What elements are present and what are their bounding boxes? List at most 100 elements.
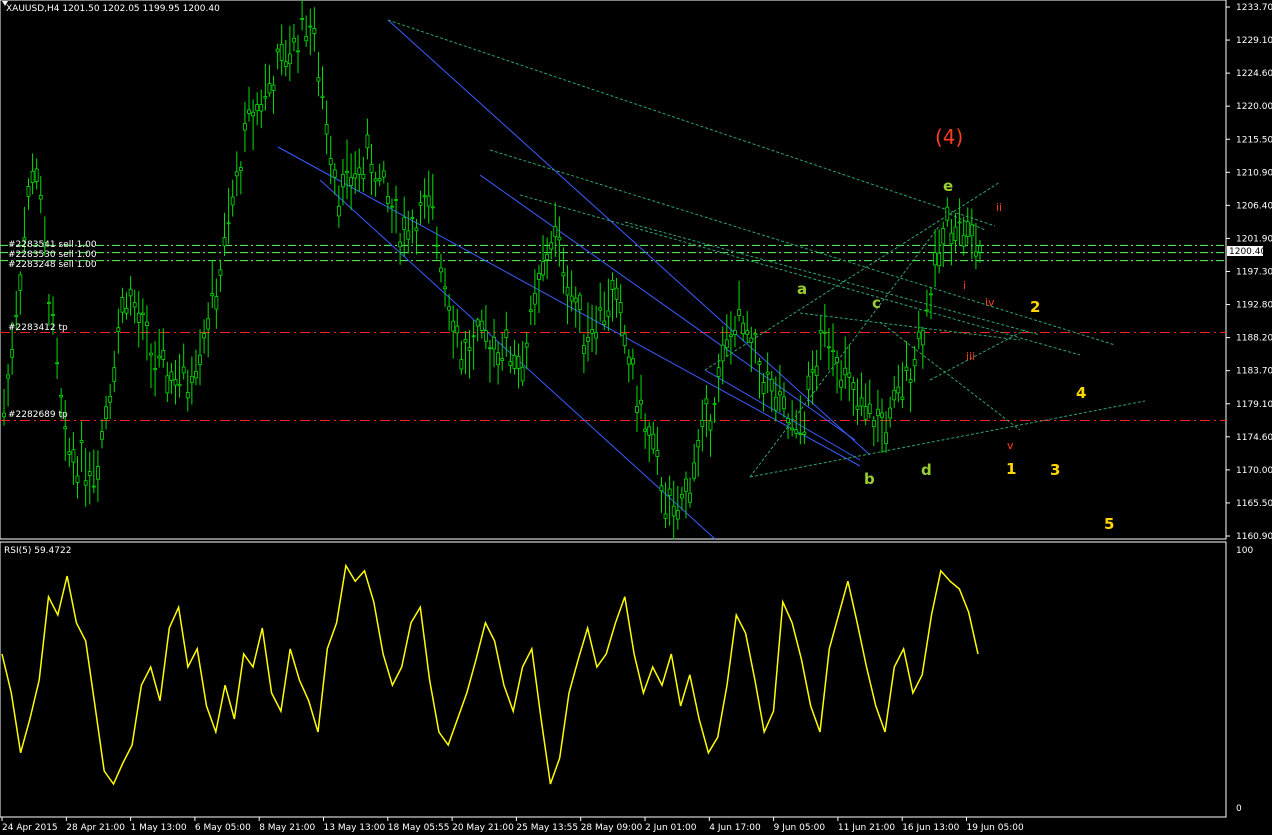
candle-body: [598, 307, 603, 311]
candle-body: [541, 261, 545, 276]
candle-body: [140, 312, 145, 316]
candle-body: [14, 314, 19, 317]
candle-body: [132, 302, 137, 308]
candle-body: [177, 384, 182, 387]
candle-body: [716, 367, 721, 377]
candle-body: [341, 174, 345, 188]
candle-body: [765, 371, 770, 375]
candle-body: [949, 232, 954, 245]
candle-body: [451, 320, 456, 332]
candle-body: [271, 84, 276, 91]
candle-body: [161, 349, 166, 360]
candle-body: [96, 466, 100, 480]
candle-body: [287, 53, 292, 65]
candle-body: [87, 471, 92, 476]
wave-label-e: e: [943, 177, 953, 195]
candle-body: [18, 274, 23, 291]
candle-body: [700, 419, 705, 427]
candle-body: [606, 310, 611, 317]
candle-body: [63, 426, 68, 430]
candle-body: [210, 293, 215, 297]
candle-body: [773, 396, 778, 411]
candle-body: [724, 339, 729, 349]
candle-body: [2, 412, 6, 418]
candle-body: [978, 245, 982, 253]
candle-body: [516, 356, 521, 369]
order-label-sell3: #2283248 sell 1.00: [8, 260, 97, 270]
candle-body: [406, 230, 411, 240]
candle-body: [814, 365, 819, 376]
wave-label-r-iv: iv: [985, 296, 995, 309]
price-tick-label: 1188.20: [1236, 334, 1272, 344]
candle-body: [908, 379, 913, 383]
candle-body: [206, 318, 211, 330]
price-tick-label: 1165.50: [1236, 499, 1272, 509]
candle-body: [712, 402, 717, 405]
candle-body: [704, 398, 709, 405]
candle-body: [851, 382, 856, 390]
rsi-title: RSI(5) 59.4722: [4, 546, 71, 556]
candle-body: [447, 306, 452, 311]
candle-body: [777, 391, 782, 396]
candle-body: [569, 295, 574, 302]
rsi-tick-bottom: 0: [1236, 804, 1242, 814]
price-tick-label: 1192.80: [1236, 301, 1272, 311]
price-tick-label: 1210.90: [1236, 168, 1272, 178]
candle-body: [749, 337, 754, 343]
candle-body: [663, 513, 668, 519]
candle-body: [71, 449, 76, 463]
candle-body: [581, 345, 586, 355]
candle-body: [969, 224, 974, 237]
candle-body: [537, 272, 541, 280]
candle-body: [402, 216, 407, 230]
candle-body: [659, 485, 664, 492]
candle-body: [900, 396, 905, 400]
candle-body: [377, 178, 382, 182]
candle-body: [304, 36, 309, 42]
time-tick-label: 13 May 13:00: [324, 823, 386, 833]
time-tick-label: 19 Jun 05:00: [967, 823, 1024, 833]
candle-body: [336, 205, 341, 217]
candle-body: [153, 367, 157, 370]
candle-body: [626, 356, 631, 365]
price-tick-label: 1160.90: [1236, 532, 1272, 542]
candle-body: [443, 286, 447, 290]
wave-label-y1: 1: [1006, 460, 1016, 478]
candle-body: [185, 392, 190, 399]
candle-body: [234, 171, 239, 177]
candle-body: [214, 296, 219, 310]
candle-body: [577, 294, 582, 311]
candle-body: [292, 37, 296, 43]
candle-body: [173, 379, 178, 386]
candle-body: [827, 346, 831, 349]
price-tick-label: 1224.60: [1236, 69, 1272, 79]
candle-body: [67, 451, 72, 455]
current-price-label: 1200.40: [1229, 247, 1266, 257]
candle-body: [839, 379, 844, 388]
candle-body: [243, 123, 247, 131]
candle-body: [353, 173, 358, 179]
wave-label-r-ii: ii: [996, 201, 1002, 214]
candle-body: [831, 350, 835, 353]
candle-body: [847, 372, 852, 378]
price-tick-label: 1229.10: [1236, 36, 1272, 46]
candle-body: [467, 347, 472, 351]
candle-body: [557, 236, 562, 241]
time-tick-label: 25 May 13:55: [516, 823, 578, 833]
candle-body: [83, 480, 88, 486]
candle-body: [365, 134, 370, 149]
candle-body: [385, 196, 390, 204]
candle-body: [647, 426, 652, 436]
candle-body: [888, 407, 893, 419]
candle-body: [630, 358, 635, 365]
time-tick-label: 18 May 05:55: [388, 823, 450, 833]
candle-body: [679, 493, 684, 499]
chart-title: XAUUSD,H4 1201.50 1202.05 1199.95 1200.4…: [6, 4, 220, 14]
candle-body: [230, 196, 235, 206]
candle-body: [6, 374, 10, 379]
candle-body: [937, 252, 942, 267]
candle-body: [10, 349, 15, 358]
candle-body: [259, 104, 264, 112]
candle-body: [504, 329, 509, 338]
candle-body: [643, 428, 648, 432]
